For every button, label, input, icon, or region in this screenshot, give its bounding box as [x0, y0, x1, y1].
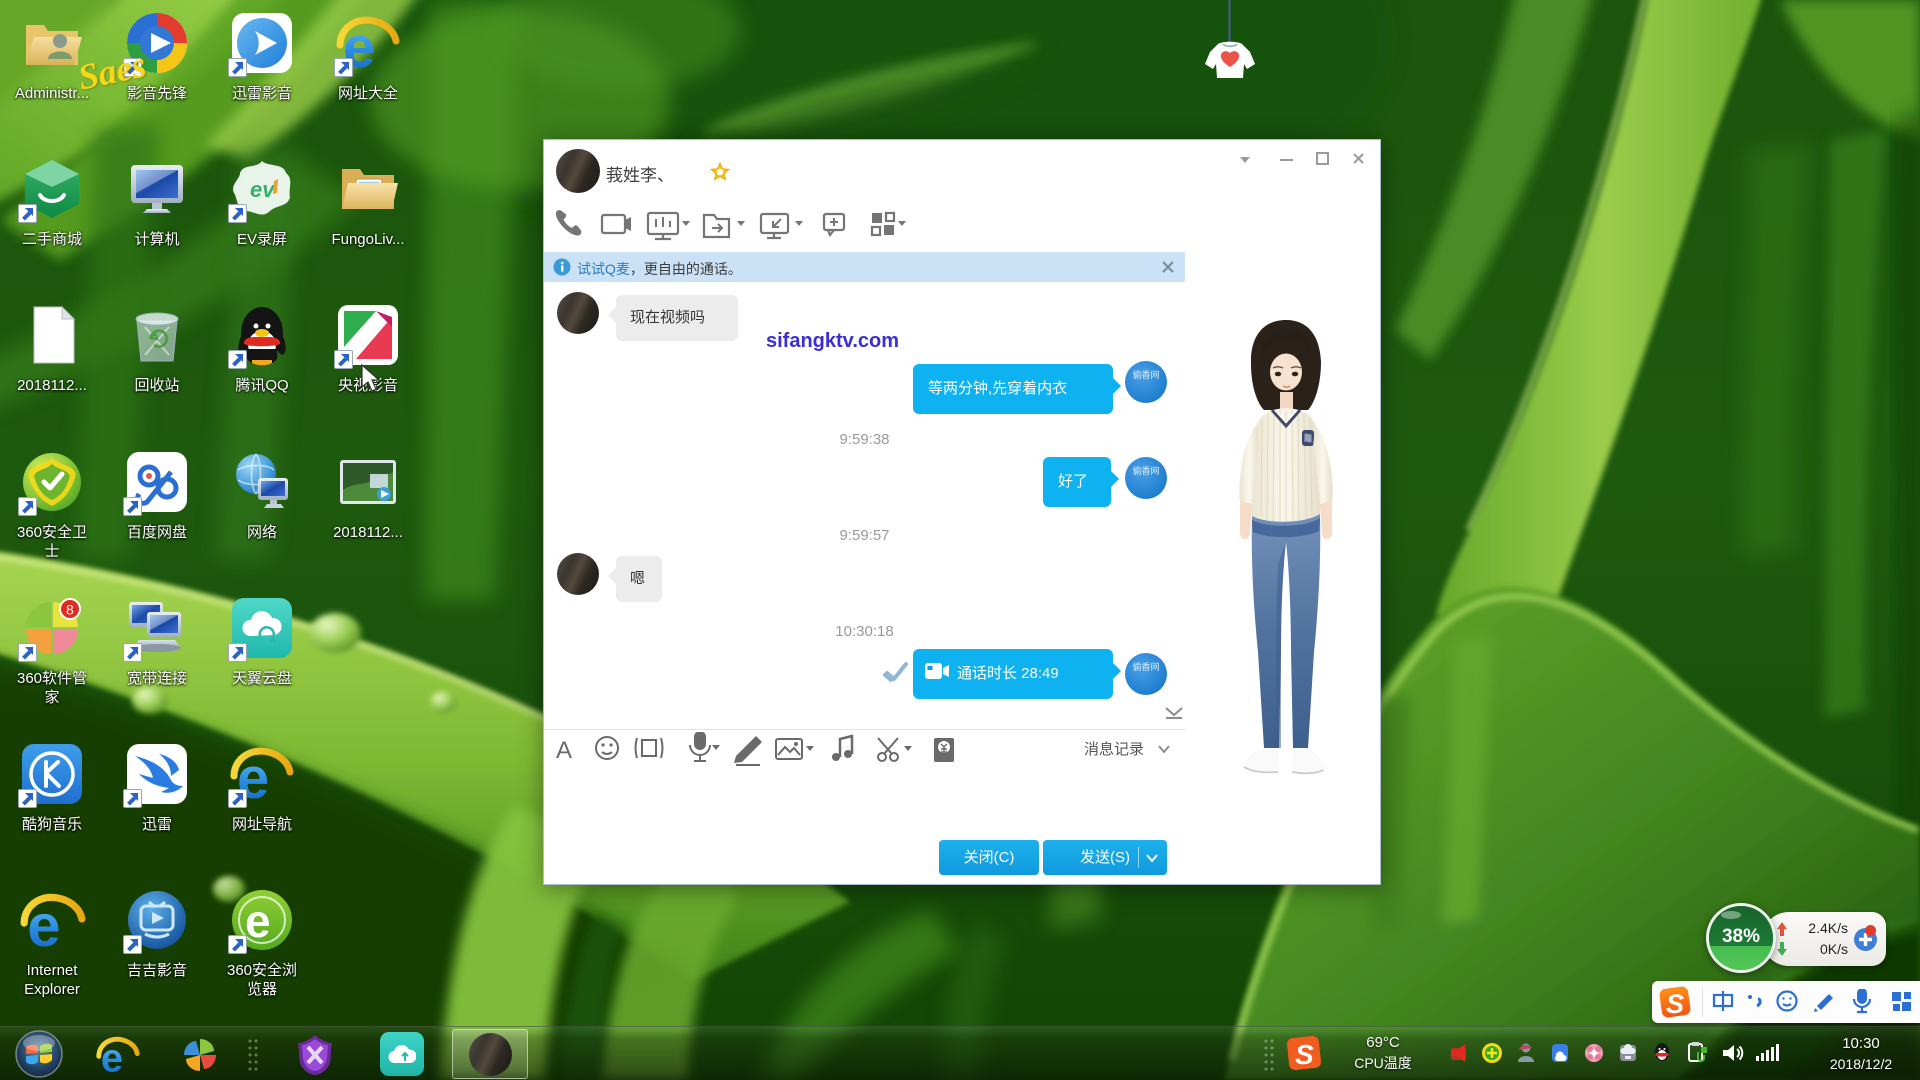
svg-text:S: S — [1666, 989, 1684, 1019]
svg-text:S: S — [1295, 1039, 1314, 1070]
svg-text:8: 8 — [66, 602, 74, 618]
svg-text:ev: ev — [250, 177, 276, 202]
svg-text:e: e — [245, 895, 271, 947]
svg-text:A: A — [556, 737, 572, 764]
